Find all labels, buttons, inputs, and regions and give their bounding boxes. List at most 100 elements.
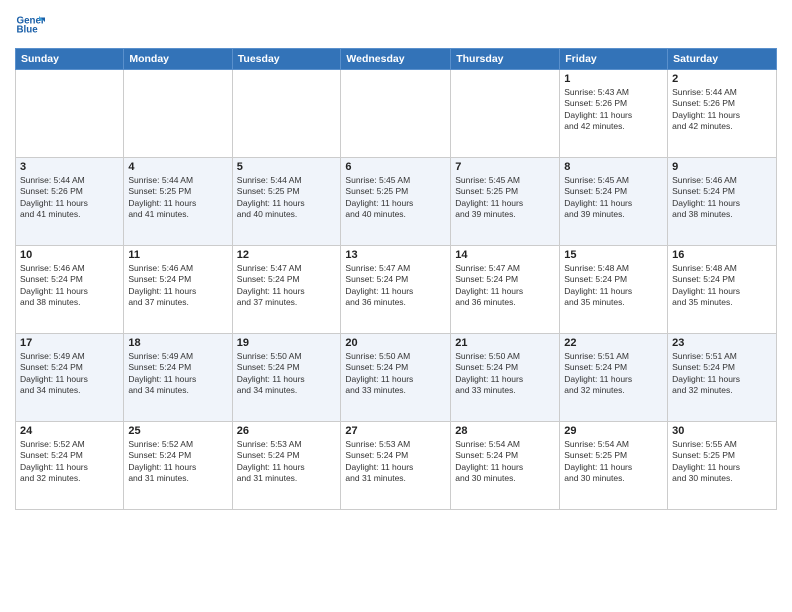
calendar-cell: 12 Sunrise: 5:47 AM Sunset: 5:24 PM Dayli… xyxy=(232,246,341,334)
calendar-cell: 24Sunrise: 5:52 AM Sunset: 5:24 PM Dayli… xyxy=(16,422,124,510)
calendar-cell: 22 Sunrise: 5:51 AM Sunset: 5:24 PM Dayli… xyxy=(560,334,668,422)
calendar-page: General Blue SundayMondayTuesdayWednesda… xyxy=(0,0,792,612)
day-info: Sunrise: 5:48 AM Sunset: 5:24 PM Dayligh… xyxy=(672,263,772,309)
day-number: 1 xyxy=(564,73,663,85)
day-number: 3 xyxy=(20,161,119,173)
day-number: 17 xyxy=(20,337,119,349)
calendar-cell: 25 Sunrise: 5:52 AM Sunset: 5:24 PM Dayli… xyxy=(124,422,232,510)
calendar-cell: 19 Sunrise: 5:50 AM Sunset: 5:24 PM Dayli… xyxy=(232,334,341,422)
day-info: Sunrise: 5:47 AM Sunset: 5:24 PM Dayligh… xyxy=(237,263,337,309)
calendar-cell xyxy=(232,70,341,158)
day-number: 22 xyxy=(564,337,663,349)
calendar-cell: 27Sunrise: 5:53 AM Sunset: 5:24 PM Dayli… xyxy=(341,422,451,510)
calendar-cell: 16 Sunrise: 5:48 AM Sunset: 5:24 PM Dayli… xyxy=(668,246,777,334)
page-header: General Blue xyxy=(15,10,777,40)
weekday-header-saturday: Saturday xyxy=(668,49,777,70)
day-info: Sunrise: 5:51 AM Sunset: 5:24 PM Dayligh… xyxy=(564,351,663,397)
calendar-cell: 26 Sunrise: 5:53 AM Sunset: 5:24 PM Dayli… xyxy=(232,422,341,510)
day-number: 12 xyxy=(237,249,337,261)
calendar-week-row: 24Sunrise: 5:52 AM Sunset: 5:24 PM Dayli… xyxy=(16,422,777,510)
weekday-header-friday: Friday xyxy=(560,49,668,70)
day-info: Sunrise: 5:50 AM Sunset: 5:24 PM Dayligh… xyxy=(455,351,555,397)
day-number: 27 xyxy=(345,425,446,437)
day-info: Sunrise: 5:54 AM Sunset: 5:24 PM Dayligh… xyxy=(455,439,555,485)
day-number: 21 xyxy=(455,337,555,349)
calendar-cell: 9Sunrise: 5:46 AM Sunset: 5:24 PM Daylig… xyxy=(668,158,777,246)
calendar-cell xyxy=(451,70,560,158)
weekday-header-monday: Monday xyxy=(124,49,232,70)
day-number: 8 xyxy=(564,161,663,173)
logo: General Blue xyxy=(15,10,45,40)
day-number: 30 xyxy=(672,425,772,437)
calendar-cell: 1Sunrise: 5:43 AM Sunset: 5:26 PM Daylig… xyxy=(560,70,668,158)
day-number: 14 xyxy=(455,249,555,261)
day-info: Sunrise: 5:49 AM Sunset: 5:24 PM Dayligh… xyxy=(20,351,119,397)
calendar-cell: 3 Sunrise: 5:44 AM Sunset: 5:26 PM Daylig… xyxy=(16,158,124,246)
day-number: 16 xyxy=(672,249,772,261)
calendar-cell xyxy=(124,70,232,158)
day-number: 2 xyxy=(672,73,772,85)
day-info: Sunrise: 5:53 AM Sunset: 5:24 PM Dayligh… xyxy=(237,439,337,485)
calendar-cell: 20 Sunrise: 5:50 AM Sunset: 5:24 PM Dayli… xyxy=(341,334,451,422)
day-info: Sunrise: 5:54 AM Sunset: 5:25 PM Dayligh… xyxy=(564,439,663,485)
calendar-cell: 2 Sunrise: 5:44 AM Sunset: 5:26 PM Daylig… xyxy=(668,70,777,158)
day-info: Sunrise: 5:48 AM Sunset: 5:24 PM Dayligh… xyxy=(564,263,663,309)
day-number: 5 xyxy=(237,161,337,173)
calendar-cell: 28 Sunrise: 5:54 AM Sunset: 5:24 PM Dayli… xyxy=(451,422,560,510)
day-number: 6 xyxy=(345,161,446,173)
day-info: Sunrise: 5:52 AM Sunset: 5:24 PM Dayligh… xyxy=(128,439,227,485)
calendar-cell: 10 Sunrise: 5:46 AM Sunset: 5:24 PM Dayli… xyxy=(16,246,124,334)
calendar-cell: 17 Sunrise: 5:49 AM Sunset: 5:24 PM Dayli… xyxy=(16,334,124,422)
calendar-week-row: 10 Sunrise: 5:46 AM Sunset: 5:24 PM Dayli… xyxy=(16,246,777,334)
day-number: 7 xyxy=(455,161,555,173)
calendar-cell: 5 Sunrise: 5:44 AM Sunset: 5:25 PM Daylig… xyxy=(232,158,341,246)
calendar-cell: 13Sunrise: 5:47 AM Sunset: 5:24 PM Dayli… xyxy=(341,246,451,334)
day-number: 11 xyxy=(128,249,227,261)
svg-text:Blue: Blue xyxy=(17,25,39,36)
day-number: 23 xyxy=(672,337,772,349)
day-info: Sunrise: 5:46 AM Sunset: 5:24 PM Dayligh… xyxy=(672,175,772,221)
calendar-table: SundayMondayTuesdayWednesdayThursdayFrid… xyxy=(15,48,777,510)
day-info: Sunrise: 5:45 AM Sunset: 5:24 PM Dayligh… xyxy=(564,175,663,221)
day-info: Sunrise: 5:45 AM Sunset: 5:25 PM Dayligh… xyxy=(345,175,446,221)
day-info: Sunrise: 5:49 AM Sunset: 5:24 PM Dayligh… xyxy=(128,351,227,397)
calendar-cell xyxy=(16,70,124,158)
calendar-cell: 18 Sunrise: 5:49 AM Sunset: 5:24 PM Dayli… xyxy=(124,334,232,422)
day-number: 15 xyxy=(564,249,663,261)
day-number: 28 xyxy=(455,425,555,437)
calendar-cell: 29 Sunrise: 5:54 AM Sunset: 5:25 PM Dayli… xyxy=(560,422,668,510)
day-number: 25 xyxy=(128,425,227,437)
day-info: Sunrise: 5:44 AM Sunset: 5:25 PM Dayligh… xyxy=(237,175,337,221)
day-number: 18 xyxy=(128,337,227,349)
day-info: Sunrise: 5:52 AM Sunset: 5:24 PM Dayligh… xyxy=(20,439,119,485)
day-number: 10 xyxy=(20,249,119,261)
day-info: Sunrise: 5:44 AM Sunset: 5:26 PM Dayligh… xyxy=(20,175,119,221)
day-number: 13 xyxy=(345,249,446,261)
day-number: 20 xyxy=(345,337,446,349)
day-info: Sunrise: 5:50 AM Sunset: 5:24 PM Dayligh… xyxy=(237,351,337,397)
day-number: 19 xyxy=(237,337,337,349)
calendar-cell: 11Sunrise: 5:46 AM Sunset: 5:24 PM Dayli… xyxy=(124,246,232,334)
day-info: Sunrise: 5:46 AM Sunset: 5:24 PM Dayligh… xyxy=(20,263,119,309)
calendar-cell: 30Sunrise: 5:55 AM Sunset: 5:25 PM Dayli… xyxy=(668,422,777,510)
calendar-cell: 23Sunrise: 5:51 AM Sunset: 5:24 PM Dayli… xyxy=(668,334,777,422)
calendar-cell: 15 Sunrise: 5:48 AM Sunset: 5:24 PM Dayli… xyxy=(560,246,668,334)
day-info: Sunrise: 5:44 AM Sunset: 5:26 PM Dayligh… xyxy=(672,87,772,133)
calendar-cell: 14 Sunrise: 5:47 AM Sunset: 5:24 PM Dayli… xyxy=(451,246,560,334)
calendar-cell: 7Sunrise: 5:45 AM Sunset: 5:25 PM Daylig… xyxy=(451,158,560,246)
calendar-week-row: 3 Sunrise: 5:44 AM Sunset: 5:26 PM Daylig… xyxy=(16,158,777,246)
weekday-header-row: SundayMondayTuesdayWednesdayThursdayFrid… xyxy=(16,49,777,70)
day-info: Sunrise: 5:47 AM Sunset: 5:24 PM Dayligh… xyxy=(455,263,555,309)
weekday-header-tuesday: Tuesday xyxy=(232,49,341,70)
day-number: 4 xyxy=(128,161,227,173)
calendar-cell: 21 Sunrise: 5:50 AM Sunset: 5:24 PM Dayli… xyxy=(451,334,560,422)
weekday-header-thursday: Thursday xyxy=(451,49,560,70)
calendar-cell: 4 Sunrise: 5:44 AM Sunset: 5:25 PM Daylig… xyxy=(124,158,232,246)
day-number: 26 xyxy=(237,425,337,437)
day-info: Sunrise: 5:50 AM Sunset: 5:24 PM Dayligh… xyxy=(345,351,446,397)
calendar-cell xyxy=(341,70,451,158)
calendar-cell: 6 Sunrise: 5:45 AM Sunset: 5:25 PM Daylig… xyxy=(341,158,451,246)
weekday-header-wednesday: Wednesday xyxy=(341,49,451,70)
day-number: 29 xyxy=(564,425,663,437)
day-info: Sunrise: 5:44 AM Sunset: 5:25 PM Dayligh… xyxy=(128,175,227,221)
